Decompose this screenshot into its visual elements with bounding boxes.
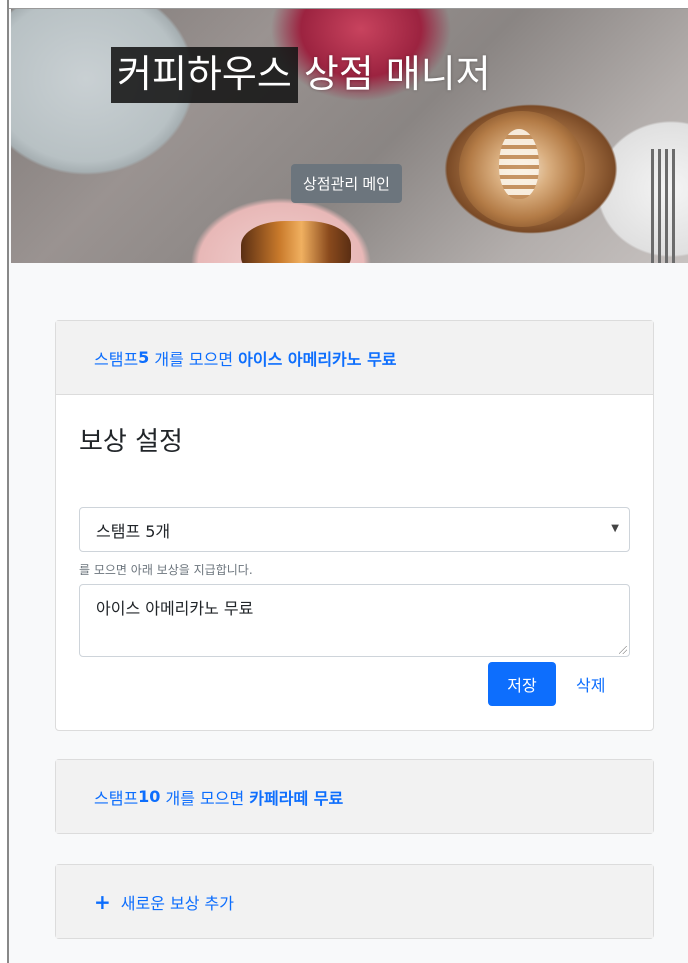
window-frame-left [0,0,9,963]
reward-textarea[interactable]: 아이스 아메리카노 무료 [79,584,630,657]
latte-art-image [499,129,539,199]
reward-card-1: 스탬프 5 개를 모으면 아이스 아메리카노 무료 보상 설정 스탬프 5개 ▼… [55,320,654,731]
page-title: 커피하우스 상점 매니저 [111,47,497,103]
pastry-image [241,221,351,263]
delete-button[interactable]: 삭제 [576,662,605,706]
add-reward-label: 새로운 보상 추가 [120,893,234,913]
reward-card-1-header[interactable]: 스탬프 5 개를 모으면 아이스 아메리카노 무료 [56,321,653,395]
reward-card-2-header[interactable]: 스탬프 10 개를 모으면 카페라떼 무료 [56,760,653,833]
reward-prefix: 스탬프 [94,349,139,369]
window-frame-top [9,0,688,9]
reward-name: 카페라떼 무료 [249,788,344,808]
reward-middle: 개를 모으면 [149,349,239,369]
reward-textarea-value: 아이스 아메리카노 무료 [96,599,254,618]
save-button[interactable]: 저장 [488,662,556,706]
caret-down-icon: ▼ [611,523,619,534]
reward-stamp-count: 10 [138,787,161,806]
reward-middle: 개를 모으면 [160,788,250,808]
reward-card-2: 스탬프 10 개를 모으면 카페라떼 무료 [55,759,654,834]
plus-icon: + [94,889,111,914]
page-title-part2: 상점 매니저 [303,52,491,96]
reward-stamp-count: 5 [138,348,150,367]
section-title: 보상 설정 [79,427,183,457]
reward-prefix: 스탬프 [94,788,139,808]
fork-image [651,149,677,263]
page-title-part1: 커피하우스 [111,47,298,103]
store-main-button[interactable]: 상점관리 메인 [291,164,402,203]
resize-grip-icon[interactable] [619,646,627,654]
stamp-count-select-value: 스탬프 5개 [96,521,171,541]
hero-banner: 커피하우스 상점 매니저 상점관리 메인 [11,9,688,263]
reward-name: 아이스 아메리카노 무료 [238,349,397,369]
stamp-count-select[interactable]: 스탬프 5개 ▼ [79,507,630,552]
add-reward-button[interactable]: + 새로운 보상 추가 [56,865,653,938]
add-reward-card: + 새로운 보상 추가 [55,864,654,939]
help-text: 를 모으면 아래 보상을 지급합니다. [79,563,253,577]
